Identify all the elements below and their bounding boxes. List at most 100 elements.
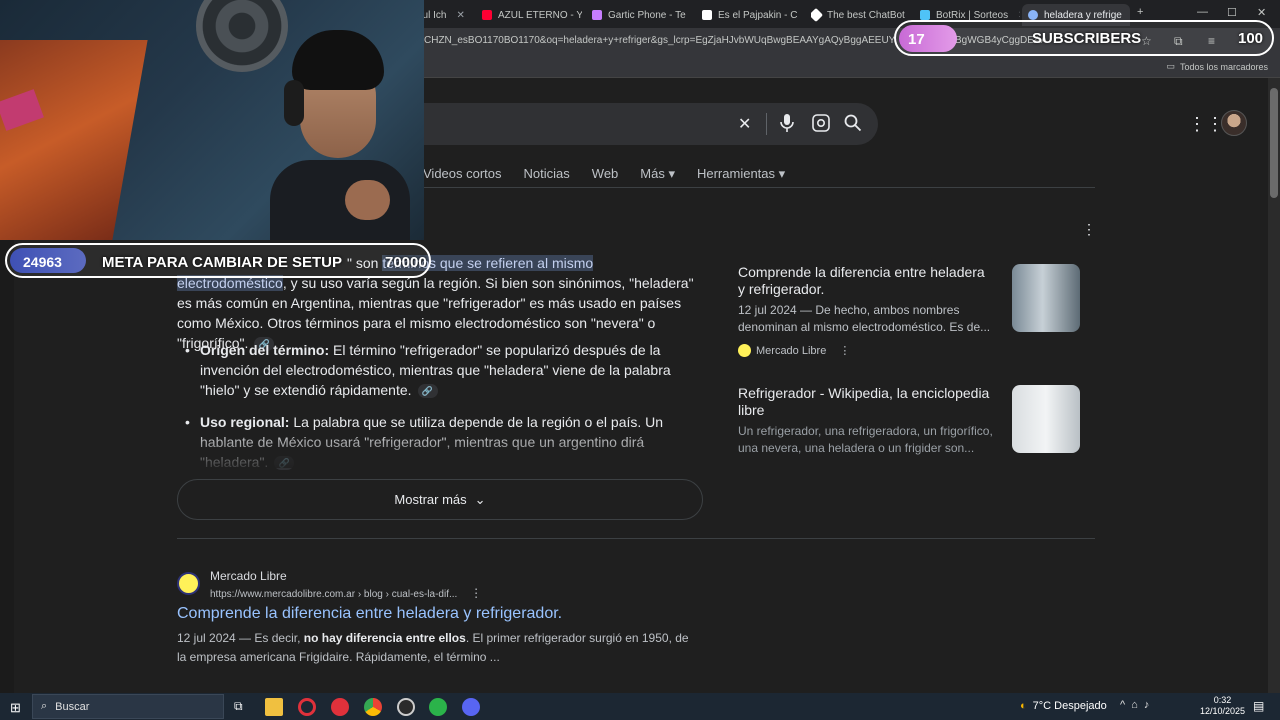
- close-icon[interactable]: ✕: [1018, 10, 1020, 21]
- file-explorer-icon[interactable]: [265, 698, 283, 716]
- green-app-icon[interactable]: [429, 698, 447, 716]
- goal-target: 70000: [385, 254, 427, 271]
- streamer: [250, 20, 410, 240]
- search-nav: Videos cortos Noticias Web Más ▾ Herrami…: [423, 166, 785, 182]
- tiktok-icon: [702, 10, 712, 20]
- show-more-button[interactable]: Mostrar más ⌄: [177, 479, 703, 520]
- card-title[interactable]: Refrigerador - Wikipedia, la enciclopedi…: [738, 385, 993, 419]
- tab-pajpakin[interactable]: Es el Pajpakin - C✕: [702, 4, 802, 26]
- tab-label: heladera y refrige: [1044, 9, 1122, 21]
- result-date: 12 jul 2024 —: [177, 631, 255, 645]
- nav-web[interactable]: Web: [592, 166, 619, 182]
- scrollbar-thumb[interactable]: [1270, 88, 1278, 198]
- task-view-icon[interactable]: ⧉: [234, 699, 243, 714]
- mic-icon[interactable]: [780, 114, 794, 135]
- more-options-icon[interactable]: ⋮: [470, 586, 482, 600]
- bullet-label: Origen del término:: [200, 342, 330, 358]
- botrix-icon: [920, 10, 930, 20]
- notifications-icon[interactable]: ▤: [1253, 699, 1264, 713]
- obs-icon[interactable]: [397, 698, 415, 716]
- taskbar-search-label: Buscar: [55, 700, 90, 713]
- opera-gx-icon[interactable]: [298, 698, 316, 716]
- result-url[interactable]: https://www.mercadolibre.com.ar › blog ›…: [210, 586, 482, 600]
- lens-icon[interactable]: [812, 114, 830, 137]
- all-bookmarks-button[interactable]: ▭ Todos los marcadores: [1166, 61, 1268, 72]
- card-title[interactable]: Comprende la diferencia entre heladera y…: [738, 264, 993, 298]
- tab-chatbot[interactable]: The best ChatBot✕: [811, 4, 911, 26]
- gartic-icon: [592, 10, 602, 20]
- card-source-label: Mercado Libre: [756, 344, 827, 357]
- snippet-bold: no hay diferencia entre ellos: [303, 631, 466, 645]
- chevron-down-icon: ⌄: [474, 491, 486, 507]
- taskbar-clock[interactable]: 0:32 12/10/2025: [1200, 695, 1245, 717]
- system-tray[interactable]: ^ ⌂ ♪: [1120, 699, 1149, 711]
- tab-azul-eterno[interactable]: AZUL ETERNO - Y✕: [482, 4, 582, 26]
- speaker-icon[interactable]: ♪: [1144, 699, 1150, 711]
- fridge-person-image: [1012, 264, 1080, 332]
- setup-goal-bar: 24963 META PARA CAMBIAR DE SETUP 70000: [5, 243, 431, 278]
- show-more-label: Mostrar más: [394, 492, 467, 507]
- tab-label: Es el Pajpakin - C: [718, 9, 798, 21]
- result-url-text: https://www.mercadolibre.com.ar › blog ›…: [210, 589, 458, 600]
- subs-target: 100: [1238, 30, 1264, 47]
- divider: [177, 538, 1095, 539]
- goal-current-count: 24963: [23, 254, 62, 270]
- close-icon[interactable]: ✕: [456, 10, 464, 21]
- nav-noticias[interactable]: Noticias: [524, 166, 570, 182]
- headset: [284, 80, 304, 126]
- chrome-icon[interactable]: [364, 698, 382, 716]
- result-snippet: 12 jul 2024 — Es decir, no hay diferenci…: [177, 629, 697, 667]
- goal-label: META PARA CAMBIAR DE SETUP: [102, 254, 342, 271]
- search-icon[interactable]: [844, 114, 862, 137]
- tab-label: AZUL ETERNO - Y: [498, 9, 582, 21]
- source-card[interactable]: Comprende la diferencia entre heladera y…: [738, 264, 1093, 357]
- clock-time: 0:32: [1213, 695, 1232, 705]
- streamer-hand: [345, 180, 390, 220]
- all-bookmarks-label: Todos los marcadores: [1179, 61, 1268, 72]
- new-tab-button[interactable]: +: [1137, 6, 1143, 18]
- close-window-button[interactable]: ✕: [1257, 6, 1266, 19]
- avatar[interactable]: [1221, 110, 1247, 136]
- taskbar-search[interactable]: ⌕ Buscar: [32, 694, 224, 719]
- discord-icon[interactable]: [462, 698, 480, 716]
- tab-label: BotRix | Sorteos: [936, 9, 1009, 21]
- weather-widget[interactable]: ◐ 7°C Despejado: [1020, 700, 1107, 712]
- network-icon[interactable]: ⌂: [1131, 699, 1138, 711]
- divider: [400, 187, 1095, 188]
- mercadolibre-logo-icon: [177, 572, 200, 595]
- nav-mas[interactable]: Más ▾: [640, 166, 675, 182]
- more-options-icon[interactable]: ⋮: [1082, 221, 1096, 238]
- tab-gartic-phone[interactable]: Gartic Phone - Te✕: [592, 4, 692, 26]
- subscribers-goal-bar: 17 SUBSCRIBERS 100: [894, 20, 1274, 56]
- folder-icon: ▭: [1166, 61, 1175, 71]
- clock-date: 12/10/2025: [1200, 706, 1246, 716]
- mercadolibre-logo-icon: [738, 344, 751, 357]
- result-title-link[interactable]: Comprende la diferencia entre heladera y…: [177, 605, 562, 623]
- nav-videos-cortos[interactable]: Videos cortos: [423, 166, 502, 182]
- search-input[interactable]: ✕: [400, 103, 878, 145]
- minimize-button[interactable]: —: [1197, 6, 1208, 18]
- gaming-chair: [0, 40, 148, 240]
- webcam-overlay: [0, 0, 424, 240]
- windows-start-icon[interactable]: ⊞: [10, 700, 21, 716]
- tab-label: Gartic Phone - Te: [608, 9, 686, 21]
- subs-current-count: 17: [908, 31, 925, 48]
- result-site-name[interactable]: Mercado Libre: [210, 569, 287, 583]
- streamer-hair: [292, 30, 384, 90]
- chevron-up-icon[interactable]: ^: [1120, 699, 1125, 711]
- link-icon[interactable]: 🔗: [417, 384, 438, 399]
- scrollbar[interactable]: [1268, 78, 1280, 693]
- card-snippet: 12 jul 2024 — De hecho, ambos nombres de…: [738, 303, 991, 334]
- background-window-edge: [0, 240, 14, 693]
- source-card[interactable]: Refrigerador - Wikipedia, la enciclopedi…: [738, 385, 1093, 457]
- more-options-icon[interactable]: ⋮: [839, 344, 850, 357]
- fridge-image: [1012, 385, 1080, 453]
- text-fade: [177, 428, 717, 468]
- opera-icon[interactable]: [331, 698, 349, 716]
- clear-icon[interactable]: ✕: [738, 114, 751, 134]
- maximize-button[interactable]: ☐: [1227, 6, 1237, 19]
- url-text[interactable]: CHZN_esBO1170BO1170&oq=heladera+y+refrig…: [424, 35, 894, 46]
- weather-label: 7°C Despejado: [1032, 700, 1107, 712]
- snippet-text: Es decir,: [254, 631, 304, 645]
- nav-herramientas[interactable]: Herramientas ▾: [697, 166, 785, 182]
